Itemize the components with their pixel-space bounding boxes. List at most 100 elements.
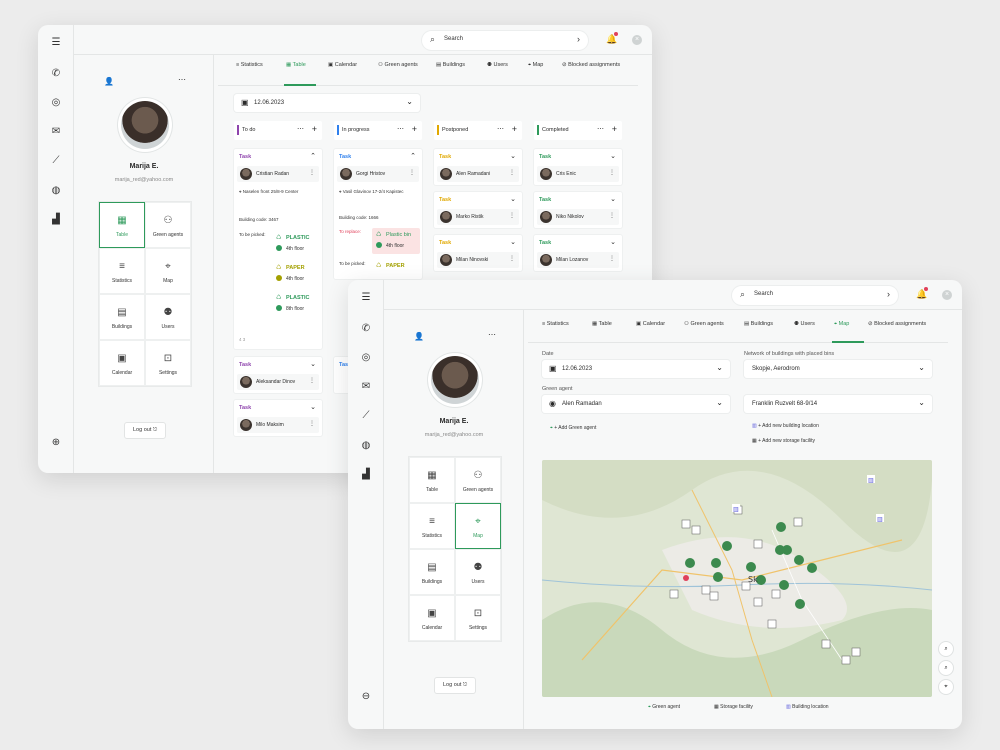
tile-table[interactable]: ▦ Table — [409, 457, 455, 503]
tile-green-agents[interactable]: ⚇ Green agents — [145, 202, 191, 248]
task-card[interactable]: Task ⌄ Milan Ninovski ⋮ — [434, 235, 522, 271]
factory-icon[interactable]: ▟ — [50, 214, 62, 226]
more-vertical-icon[interactable]: ⋮ — [609, 169, 615, 176]
task-card[interactable]: Task ⌃ Gorgi Hristov ⋮ ⌖ Vasil Glavinov … — [334, 149, 422, 279]
tile-buildings[interactable]: ▤ Buildings — [99, 294, 145, 340]
add-circle-icon[interactable]: ⊕ — [50, 437, 62, 449]
tab-calendar[interactable]: ▣ Calendar — [636, 321, 665, 327]
search-input[interactable]: Search — [444, 36, 463, 42]
add-green-agent-link[interactable]: ⌖ + Add Green agent — [550, 425, 596, 431]
agent-select[interactable]: ◉ Alen Ramadan ⌄ — [542, 395, 730, 413]
network-select[interactable]: Skopje, Aerodrom ⌄ — [744, 360, 932, 378]
more-vertical-icon[interactable]: ⋮ — [509, 255, 515, 262]
chevron-down-icon[interactable]: ⌄ — [610, 195, 616, 203]
tile-table[interactable]: ▦ Table — [99, 202, 145, 248]
close-icon[interactable]: × — [632, 35, 642, 45]
more-vertical-icon[interactable]: ⋮ — [509, 169, 515, 176]
more-vertical-icon[interactable]: ⋮ — [609, 212, 615, 219]
tab-blocked-assignments[interactable]: ⊘ Blocked assignments — [562, 62, 620, 68]
phone-icon[interactable]: ✆ — [360, 323, 372, 335]
mail-icon[interactable]: ✉ — [50, 126, 62, 138]
tile-settings[interactable]: ⊡ Settings — [455, 595, 501, 641]
more-icon[interactable]: ⋯ — [597, 125, 604, 133]
remove-circle-icon[interactable]: ⊖ — [360, 691, 372, 703]
logout-button[interactable]: Log out ⎋ — [434, 677, 477, 694]
tab-table[interactable]: ▦ Table — [592, 321, 612, 327]
tab-map[interactable]: ⌖ Map — [528, 62, 543, 69]
logout-button[interactable]: Log out ⎋ — [124, 422, 167, 439]
search-bar[interactable]: ⌕ Search › — [422, 31, 588, 50]
tab-blocked-assignments[interactable]: ⊘ Blocked assignments — [868, 321, 926, 327]
assignee-row[interactable]: Aleksandar Dinov ⋮ — [237, 374, 319, 390]
tab-buildings[interactable]: ▤ Buildings — [436, 62, 465, 68]
map-area[interactable]: ▥ ▥ ▥ Sk — [542, 460, 932, 697]
chevron-down-icon[interactable]: ⌄ — [510, 195, 516, 203]
menu-icon[interactable]: ☰ — [50, 37, 62, 49]
more-vertical-icon[interactable]: ⋮ — [309, 377, 315, 384]
assignee-row[interactable]: Alen Ramadani ⋮ — [437, 166, 519, 182]
add-icon[interactable]: + — [312, 124, 317, 134]
chevron-right-icon[interactable]: › — [887, 289, 890, 299]
tab-map[interactable]: ⌖ Map — [834, 321, 849, 328]
tile-statistics[interactable]: ≡ Statistics — [99, 248, 145, 294]
more-icon[interactable]: ⋯ — [178, 75, 186, 84]
assignee-row[interactable]: Milan Ninovski ⋮ — [437, 252, 519, 268]
task-card[interactable]: Task ⌄ Milan Lozanov ⋮ — [534, 235, 622, 271]
assignee-row[interactable]: Gorgi Hristov ⋮ — [337, 166, 419, 182]
tab-green-agents[interactable]: ⚇ Green agents — [684, 321, 724, 327]
close-icon[interactable]: × — [942, 290, 952, 300]
assignee-row[interactable]: Milo Maksim ⋮ — [237, 417, 319, 433]
search-bar[interactable]: ⌕ Search › — [732, 286, 898, 305]
address-select[interactable]: Franklin Ruzvelt 68-9/14 ⌄ — [744, 395, 932, 413]
tile-green-agents[interactable]: ⚇ Green agents — [455, 457, 501, 503]
tab-buildings[interactable]: ▤ Buildings — [744, 321, 773, 327]
globe-icon[interactable]: ◍ — [50, 185, 62, 197]
trend-icon[interactable]: ⟋ — [50, 155, 62, 167]
more-vertical-icon[interactable]: ⋮ — [309, 169, 315, 176]
date-picker[interactable]: ▣ 12.06.2023 ⌄ — [234, 94, 420, 112]
globe-icon[interactable]: ◍ — [360, 440, 372, 452]
more-icon[interactable]: ⋯ — [397, 125, 404, 133]
task-card[interactable]: Task ⌄ Niko Nikolov ⋮ — [534, 192, 622, 228]
more-icon[interactable]: ⋯ — [497, 125, 504, 133]
task-card[interactable]: Task ⌄ Aleksandar Dinov ⋮ — [234, 357, 322, 393]
tile-users[interactable]: ⚉ Users — [455, 549, 501, 595]
more-vertical-icon[interactable]: ⋮ — [309, 420, 315, 427]
tab-statistics[interactable]: ≡ Statistics — [236, 62, 263, 68]
more-icon[interactable]: ⋯ — [488, 330, 496, 339]
more-icon[interactable]: ⋯ — [297, 125, 304, 133]
chevron-up-icon[interactable]: ⌃ — [310, 152, 316, 160]
tab-statistics[interactable]: ≡ Statistics — [542, 321, 569, 327]
zoom-out-button[interactable]: ⌕ — [939, 661, 953, 675]
phone-icon[interactable]: ✆ — [50, 68, 62, 80]
search-input[interactable]: Search — [754, 291, 773, 297]
add-storage-link[interactable]: ▦ + Add new storage facility — [752, 438, 815, 444]
tile-buildings[interactable]: ▤ Buildings — [409, 549, 455, 595]
chevron-up-icon[interactable]: ⌃ — [410, 152, 416, 160]
tile-settings[interactable]: ⊡ Settings — [145, 340, 191, 386]
tab-table[interactable]: ▦ Table — [286, 62, 306, 68]
add-building-link[interactable]: ▥ + Add new building location — [752, 423, 819, 429]
locate-button[interactable]: ⌖ — [939, 680, 953, 694]
add-icon[interactable]: + — [512, 124, 517, 134]
chevron-down-icon[interactable]: ⌄ — [610, 238, 616, 246]
tile-map[interactable]: ⌖ Map — [145, 248, 191, 294]
tab-users[interactable]: ⚉ Users — [487, 62, 508, 68]
task-card[interactable]: Task ⌄ Alen Ramadani ⋮ — [434, 149, 522, 185]
assignee-row[interactable]: Milan Lozanov ⋮ — [537, 252, 619, 268]
assignee-row[interactable]: Cristian Radan ⋮ — [237, 166, 319, 182]
more-vertical-icon[interactable]: ⋮ — [409, 169, 415, 176]
task-card[interactable]: Task ⌄ Milo Maksim ⋮ — [234, 400, 322, 436]
factory-icon[interactable]: ▟ — [360, 469, 372, 481]
mail-icon[interactable]: ✉ — [360, 381, 372, 393]
tile-users[interactable]: ⚉ Users — [145, 294, 191, 340]
tile-calendar[interactable]: ▣ Calendar — [99, 340, 145, 386]
chevron-down-icon[interactable]: ⌄ — [310, 403, 316, 411]
task-card[interactable]: Task ⌃ Cristian Radan ⋮ ⌖ Naselen front … — [234, 149, 322, 349]
add-icon[interactable]: + — [412, 124, 417, 134]
whatsapp-icon[interactable]: ◎ — [50, 97, 62, 109]
more-vertical-icon[interactable]: ⋮ — [609, 255, 615, 262]
add-icon[interactable]: + — [612, 124, 617, 134]
zoom-in-button[interactable]: ⌕ — [939, 642, 953, 656]
assignee-row[interactable]: Niko Nikolov ⋮ — [537, 209, 619, 225]
